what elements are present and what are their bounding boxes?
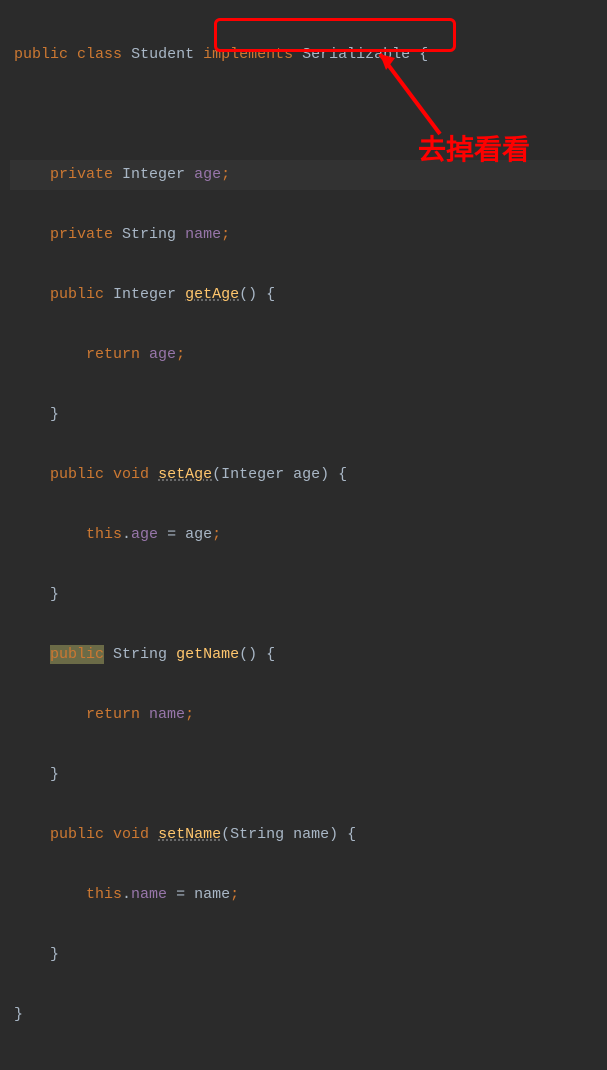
method-name: setAge (158, 466, 212, 483)
field: name (185, 226, 221, 243)
field: age (131, 526, 158, 543)
code-line: } (10, 1000, 607, 1030)
brace: } (50, 406, 59, 423)
semicolon: ; (185, 706, 194, 723)
field: name (149, 706, 185, 723)
keyword-this: this (86, 886, 122, 903)
semicolon: ; (176, 346, 185, 363)
dot: . (122, 886, 131, 903)
type: Integer (122, 166, 185, 183)
dot: . (122, 526, 131, 543)
brace: { (419, 46, 428, 63)
code-line: private String name; (10, 220, 607, 250)
code-line: public Integer getAge() { (10, 280, 607, 310)
keyword-class: class (77, 46, 122, 63)
code-line: public void setAge(Integer age) { (10, 460, 607, 490)
class-name: Student (131, 46, 194, 63)
assign: = name (167, 886, 230, 903)
code-line: public String getName() { (10, 640, 607, 670)
field: name (131, 886, 167, 903)
code-line: } (10, 400, 607, 430)
code-line: } (10, 760, 607, 790)
parens: () { (239, 646, 275, 663)
method-name: getAge (185, 286, 239, 303)
semicolon: ; (230, 886, 239, 903)
keyword-public: public (50, 466, 104, 483)
keyword-implements: implements (203, 46, 293, 63)
type: String (122, 226, 176, 243)
keyword-private: private (50, 166, 113, 183)
assign: = age (158, 526, 212, 543)
method-name: getName (176, 646, 239, 663)
code-line: this.name = name; (10, 880, 607, 910)
code-line (10, 100, 607, 130)
semicolon: ; (212, 526, 221, 543)
keyword-public: public (14, 46, 68, 63)
keyword-void: void (113, 466, 149, 483)
brace: } (50, 586, 59, 603)
method-name: setName (158, 826, 221, 843)
code-line: } (10, 940, 607, 970)
code-line: public class Student implements Serializ… (10, 40, 607, 70)
keyword-public: public (50, 826, 104, 843)
parens: (Integer age) { (212, 466, 347, 483)
keyword-return: return (86, 706, 140, 723)
code-line: return name; (10, 700, 607, 730)
keyword-void: void (113, 826, 149, 843)
brace: } (50, 766, 59, 783)
code-line: return age; (10, 340, 607, 370)
parens: () { (239, 286, 275, 303)
semicolon: ; (221, 166, 230, 183)
keyword-private: private (50, 226, 113, 243)
interface-name: Serializable (302, 46, 410, 63)
keyword-this: this (86, 526, 122, 543)
code-line: } (10, 580, 607, 610)
keyword-return: return (86, 346, 140, 363)
code-line: public void setName(String name) { (10, 820, 607, 850)
code-line: this.age = age; (10, 520, 607, 550)
semicolon: ; (221, 226, 230, 243)
field: age (194, 166, 221, 183)
brace: } (50, 946, 59, 963)
parens: (String name) { (221, 826, 356, 843)
type: String (113, 646, 167, 663)
brace: } (14, 1006, 23, 1023)
type: Integer (113, 286, 176, 303)
selected-keyword: public (50, 645, 104, 664)
annotation-text: 去掉看看 (418, 128, 530, 168)
keyword-public: public (50, 286, 104, 303)
field: age (149, 346, 176, 363)
